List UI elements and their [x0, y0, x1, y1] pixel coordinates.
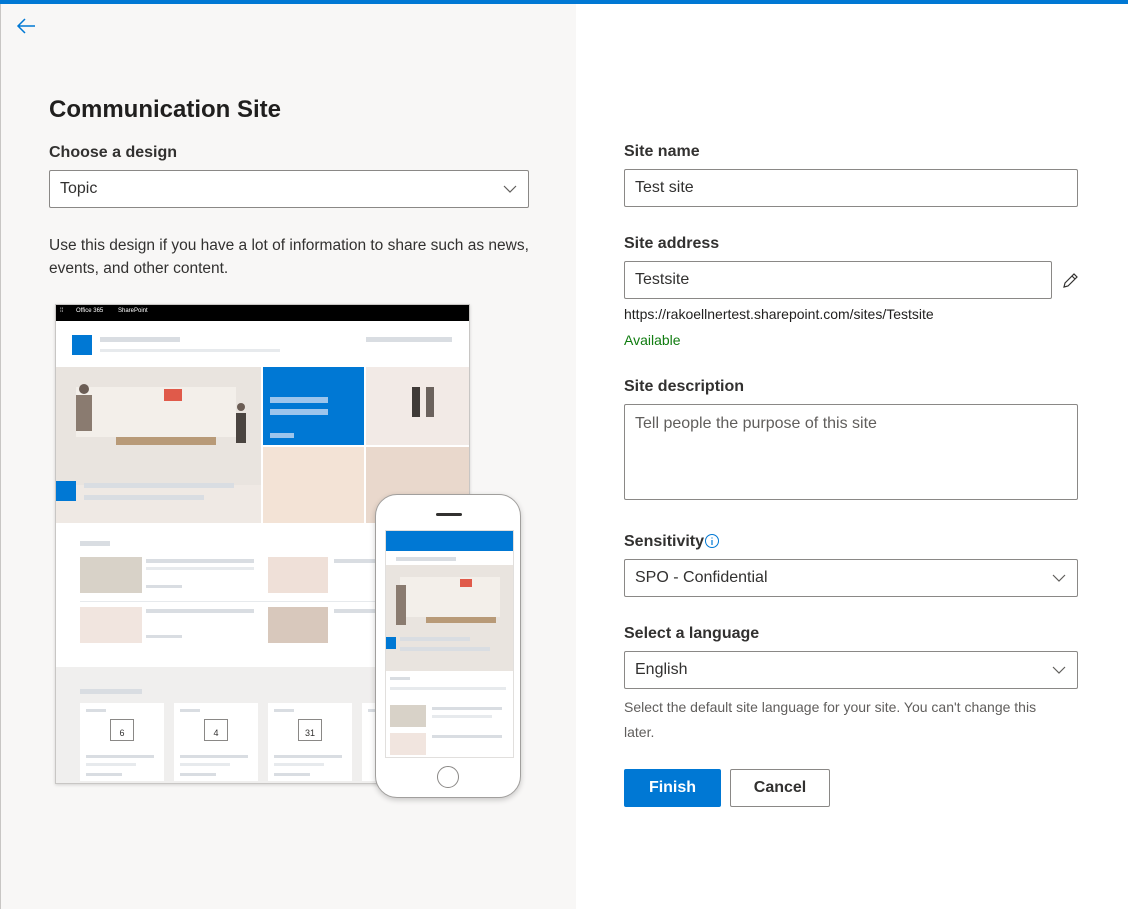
preview-event-card: 4: [174, 703, 258, 781]
finish-button[interactable]: Finish: [624, 769, 721, 807]
design-dropdown-value: Topic: [60, 180, 98, 197]
phone-screen: [385, 530, 514, 758]
site-name-label: Site name: [624, 143, 700, 160]
preview-office-label: Office 365: [76, 308, 104, 314]
language-dropdown[interactable]: English: [624, 651, 1078, 689]
language-hint: Select the default site language for you…: [624, 699, 1037, 740]
chevron-down-icon: [1052, 574, 1066, 582]
language-dropdown-value: English: [635, 661, 688, 678]
preview-suite-bar: ⁞⁞ Office 365 SharePoint: [56, 305, 469, 321]
preview-event-card: 31: [268, 703, 352, 781]
sensitivity-label: Sensitivity: [624, 533, 705, 550]
design-dropdown[interactable]: Topic: [49, 170, 529, 208]
calendar-icon: 6: [110, 719, 134, 741]
waffle-icon: ⁞⁞: [60, 308, 64, 314]
design-description: Use this design if you have a lot of inf…: [49, 237, 529, 277]
chevron-down-icon: [503, 185, 517, 193]
sensitivity-dropdown[interactable]: SPO - Confidential: [624, 559, 1078, 597]
chevron-down-icon: [1052, 666, 1066, 674]
edit-pencil-icon[interactable]: [1060, 271, 1080, 291]
back-arrow-icon[interactable]: [14, 14, 38, 38]
page-title: Communication Site: [49, 96, 282, 123]
info-icon[interactable]: [704, 533, 720, 549]
site-address-label: Site address: [624, 235, 720, 252]
sensitivity-dropdown-value: SPO - Confidential: [635, 569, 768, 586]
calendar-icon: 31: [298, 719, 322, 741]
mobile-preview-image: [375, 494, 521, 798]
cancel-button[interactable]: Cancel: [730, 769, 830, 807]
preview-event-card: 6: [80, 703, 164, 781]
phone-home-button: [437, 766, 459, 788]
site-url: https://rakoellnertest.sharepoint.com/si…: [624, 306, 934, 322]
preview-site-logo: [72, 335, 92, 355]
site-description-label: Site description: [624, 378, 745, 395]
phone-speaker: [436, 513, 462, 516]
design-label: Choose a design: [49, 144, 178, 161]
language-label: Select a language: [624, 625, 760, 642]
calendar-icon: 4: [204, 719, 228, 741]
availability-status: Available: [624, 332, 681, 348]
site-description-textarea[interactable]: [624, 404, 1078, 500]
site-address-input[interactable]: [624, 261, 1052, 299]
preview-sharepoint-label: SharePoint: [118, 308, 148, 314]
site-name-input[interactable]: [624, 169, 1078, 207]
